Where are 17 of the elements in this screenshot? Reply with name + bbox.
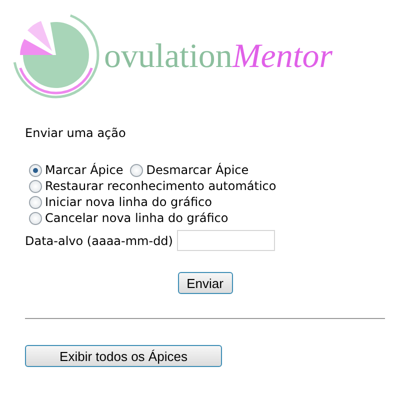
radio-label: Desmarcar Ápice [146, 162, 249, 178]
date-label: Data-alvo (aaaa-mm-dd) [25, 234, 173, 248]
radio-label: Cancelar nova linha do gráfico [45, 210, 228, 226]
logo-text: ovulation [104, 38, 232, 76]
submit-button[interactable]: Enviar [178, 272, 232, 294]
date-input[interactable] [176, 230, 275, 251]
radio-button[interactable] [130, 164, 144, 176]
radio-button[interactable] [29, 180, 42, 192]
radio-button[interactable] [29, 196, 42, 208]
show-all-button[interactable]: Exibir todos os Ápices [25, 345, 222, 367]
radio-label: Restaurar reconhecimento automático [45, 178, 276, 194]
radio-label: Iniciar nova linha do gráfico [45, 194, 212, 210]
radio-button[interactable] [29, 164, 42, 176]
radio-label: Marcar Ápice [45, 162, 124, 178]
logo-text-accent: Mentor [232, 38, 333, 76]
form-title: Enviar uma ação [25, 126, 127, 140]
radio-button[interactable] [29, 212, 42, 224]
